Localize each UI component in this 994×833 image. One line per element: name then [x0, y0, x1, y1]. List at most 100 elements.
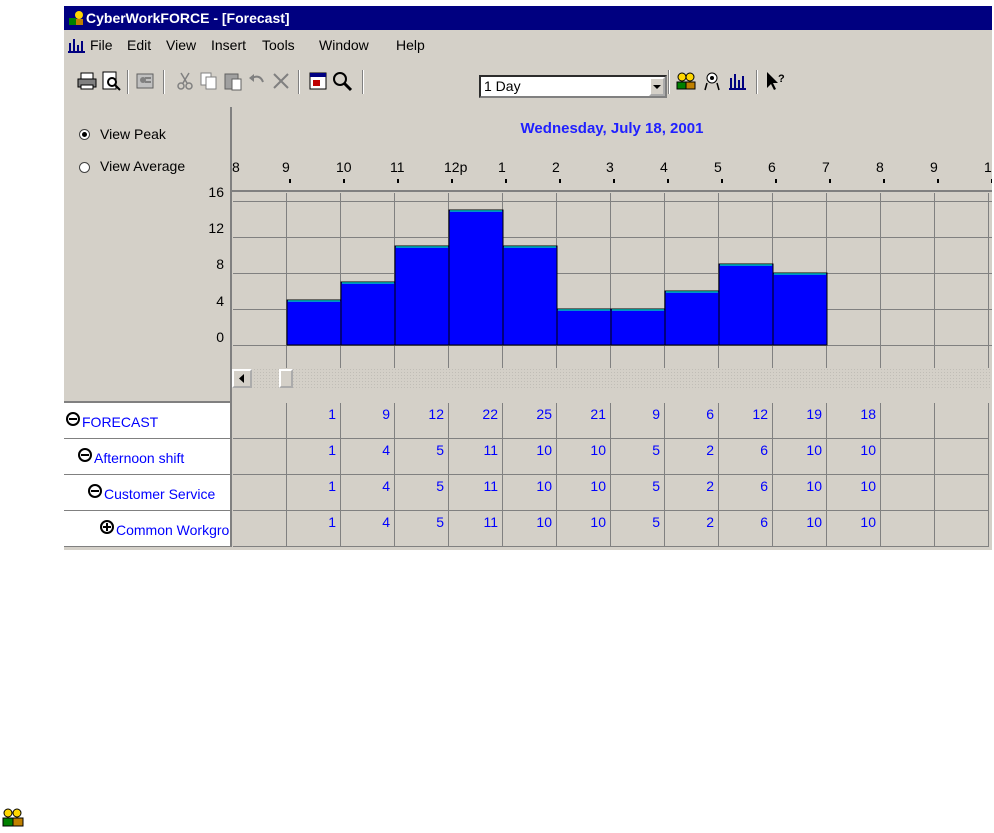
hour-tick-label: 12p: [444, 159, 468, 175]
menu-edit[interactable]: Edit: [127, 32, 151, 58]
grid-cell[interactable]: 10: [773, 511, 827, 547]
grid-cell[interactable]: 2: [665, 439, 719, 475]
grid-cell-value: 19: [806, 406, 822, 422]
grid-cell[interactable]: 1: [287, 403, 341, 439]
delete-icon[interactable]: [270, 70, 292, 92]
grid-cell[interactable]: 5: [611, 439, 665, 475]
agents-icon[interactable]: [675, 70, 697, 92]
chevron-down-icon[interactable]: [649, 77, 665, 96]
grid-cell[interactable]: 5: [611, 475, 665, 511]
paste-icon[interactable]: [222, 70, 244, 92]
view-peak-label[interactable]: View Peak: [100, 126, 166, 142]
grid-cell[interactable]: 10: [827, 439, 881, 475]
collapse-icon[interactable]: [78, 448, 92, 462]
grid-cell[interactable]: 10: [557, 439, 611, 475]
grid-cell[interactable]: 12: [719, 403, 773, 439]
view-average-radio[interactable]: [79, 162, 90, 173]
forecast-bar: [448, 209, 504, 346]
grid-cell[interactable]: 4: [341, 475, 395, 511]
grid-cell[interactable]: [935, 439, 989, 475]
grid-cell[interactable]: [881, 511, 935, 547]
menu-insert[interactable]: Insert: [211, 32, 246, 58]
grid-cell[interactable]: [233, 475, 287, 511]
grid-cell[interactable]: 11: [449, 511, 503, 547]
grid-cell[interactable]: 1: [287, 511, 341, 547]
mdi-chart-icon[interactable]: [68, 37, 86, 53]
grid-cell[interactable]: 21: [557, 403, 611, 439]
grid-cell[interactable]: 10: [827, 511, 881, 547]
grid-cell[interactable]: 4: [341, 439, 395, 475]
grid-cell[interactable]: 10: [503, 439, 557, 475]
grid-cell[interactable]: [881, 439, 935, 475]
scroll-thumb[interactable]: [279, 369, 293, 388]
grid-cell[interactable]: 10: [557, 511, 611, 547]
grid-cell[interactable]: 6: [719, 511, 773, 547]
grid-cell[interactable]: 1: [287, 475, 341, 511]
menu-tools[interactable]: Tools: [262, 32, 295, 58]
grid-cell[interactable]: 6: [719, 475, 773, 511]
grid-cell[interactable]: [233, 511, 287, 547]
grid-cell[interactable]: [881, 403, 935, 439]
grid-cell[interactable]: [935, 475, 989, 511]
menu-window[interactable]: Window: [319, 32, 369, 58]
grid-cell[interactable]: 10: [503, 511, 557, 547]
grid-cell[interactable]: 10: [827, 475, 881, 511]
menu-file[interactable]: File: [90, 32, 113, 58]
grid-cell[interactable]: 10: [503, 475, 557, 511]
grid-cell[interactable]: 5: [395, 439, 449, 475]
title-bar[interactable]: CyberWorkFORCE - [Forecast]: [64, 6, 992, 30]
grid-row-label[interactable]: Customer Service: [64, 475, 232, 511]
grid-cell[interactable]: 5: [395, 475, 449, 511]
expand-icon[interactable]: [100, 520, 114, 534]
menu-view[interactable]: View: [166, 32, 196, 58]
view-peak-radio[interactable]: [79, 129, 90, 140]
grid-cell[interactable]: [233, 403, 287, 439]
wizard-icon[interactable]: [134, 70, 156, 92]
grid-cell[interactable]: 18: [827, 403, 881, 439]
scroll-left-button[interactable]: [232, 369, 252, 388]
grid-cell[interactable]: 2: [665, 475, 719, 511]
grid-cell[interactable]: 19: [773, 403, 827, 439]
grid-cell[interactable]: 1: [287, 439, 341, 475]
grid-cell[interactable]: [935, 511, 989, 547]
grid-cell[interactable]: 9: [341, 403, 395, 439]
grid-cell[interactable]: 11: [449, 475, 503, 511]
skills-icon[interactable]: [701, 70, 723, 92]
view-average-label[interactable]: View Average: [100, 158, 185, 174]
grid-cell[interactable]: 4: [341, 511, 395, 547]
time-range-select[interactable]: 1 Day: [479, 75, 667, 98]
grid-cell[interactable]: 22: [449, 403, 503, 439]
grid-cell[interactable]: 12: [395, 403, 449, 439]
grid-cell[interactable]: 5: [395, 511, 449, 547]
print-preview-icon[interactable]: [100, 70, 122, 92]
horizontal-scrollbar[interactable]: [232, 368, 992, 389]
forecast-chart-icon[interactable]: [727, 70, 749, 92]
hour-tick-mark: [883, 179, 885, 183]
grid-cell[interactable]: 5: [611, 511, 665, 547]
undo-icon[interactable]: [246, 70, 268, 92]
grid-cell[interactable]: 10: [557, 475, 611, 511]
grid-row-label[interactable]: Afternoon shift: [64, 439, 232, 475]
grid-cell[interactable]: 6: [719, 439, 773, 475]
print-icon[interactable]: [76, 70, 98, 92]
grid-cell[interactable]: 9: [611, 403, 665, 439]
cut-icon[interactable]: [174, 70, 196, 92]
menu-help[interactable]: Help: [396, 32, 425, 58]
grid-cell[interactable]: 10: [773, 475, 827, 511]
grid-row-label[interactable]: FORECAST: [64, 403, 232, 439]
grid-cell[interactable]: [935, 403, 989, 439]
grid-row-label[interactable]: Common Workgroup: [64, 511, 232, 547]
grid-cell[interactable]: 11: [449, 439, 503, 475]
grid-cell[interactable]: 10: [773, 439, 827, 475]
zoom-icon[interactable]: [331, 70, 353, 92]
grid-cell[interactable]: [233, 439, 287, 475]
properties-icon[interactable]: [307, 70, 329, 92]
collapse-icon[interactable]: [88, 484, 102, 498]
copy-icon[interactable]: [198, 70, 220, 92]
grid-cell[interactable]: 6: [665, 403, 719, 439]
grid-cell[interactable]: 2: [665, 511, 719, 547]
grid-cell[interactable]: [881, 475, 935, 511]
grid-cell[interactable]: 25: [503, 403, 557, 439]
help-pointer-icon[interactable]: ?: [764, 70, 786, 92]
collapse-icon[interactable]: [66, 412, 80, 426]
